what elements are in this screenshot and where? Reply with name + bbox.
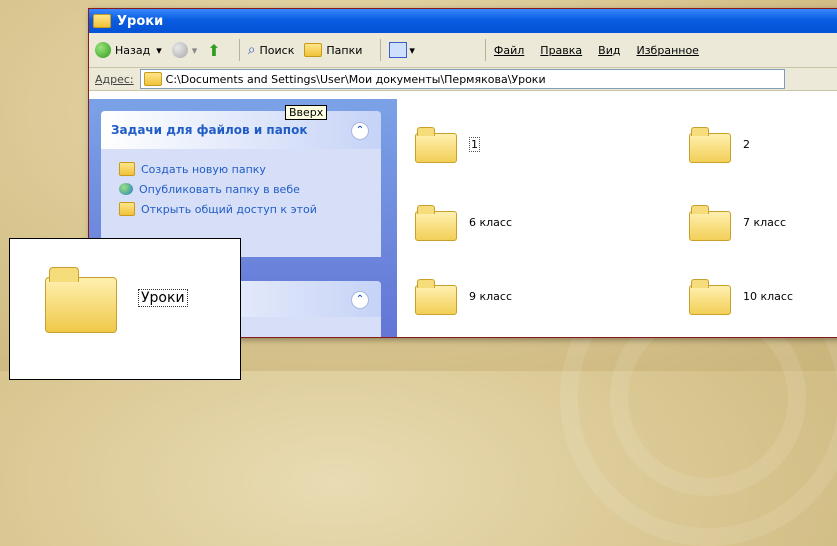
panel-title: Задачи для файлов и папок	[111, 123, 308, 137]
folder-item[interactable]: 2	[689, 127, 750, 163]
task-new-folder[interactable]: Создать новую папку	[101, 159, 381, 179]
task-publish-web[interactable]: Опубликовать папку в вебе	[101, 179, 381, 199]
folders-label: Папки	[326, 43, 363, 57]
address-label: Адрес:	[95, 72, 134, 86]
forward-arrow-icon	[171, 42, 188, 58]
back-label: Назад	[115, 43, 151, 57]
forward-button[interactable]: ▾	[171, 42, 198, 58]
globe-icon	[119, 183, 133, 195]
folder-icon	[689, 279, 731, 315]
back-arrow-icon	[95, 42, 111, 58]
folder-icon	[415, 279, 457, 315]
folder-name-label[interactable]: Уроки	[138, 289, 188, 307]
menu-favorites[interactable]: Избранное	[636, 44, 698, 57]
folder-icon	[689, 127, 731, 163]
new-folder-icon	[119, 162, 135, 176]
folders-button[interactable]: Папки	[304, 43, 362, 57]
task-share[interactable]: Открыть общий доступ к этой	[101, 199, 381, 219]
folder-label: 7 класс	[743, 215, 787, 229]
menu-edit[interactable]: Правка	[540, 44, 582, 57]
separator	[380, 39, 382, 61]
dropdown-arrow-icon: ▾	[409, 43, 415, 57]
address-bar: Адрес: C:\Documents and Settings\User\Мо…	[89, 68, 837, 91]
folder-item[interactable]: 1	[415, 127, 480, 163]
folders-icon	[304, 43, 323, 57]
folder-item[interactable]: 10 класс	[689, 279, 794, 315]
folder-item[interactable]: 6 класс	[415, 205, 513, 241]
address-field[interactable]: C:\Documents and Settings\User\Мои докум…	[139, 69, 785, 89]
dropdown-arrow-icon[interactable]: ▾	[156, 44, 162, 57]
file-list: 1 2 6 класс 7 класс 9 класс 10 класс	[397, 99, 837, 337]
search-icon: ⌕	[247, 42, 256, 58]
search-button[interactable]: ⌕ Поиск	[248, 42, 295, 58]
file-folder-tasks-panel: Задачи для файлов и папок ⌃ Создать нову…	[101, 111, 381, 257]
dropdown-arrow-icon[interactable]: ▾	[192, 44, 198, 57]
share-folder-icon	[119, 202, 135, 216]
toolbar: Назад ▾ ▾ ⬆ ⌕ Поиск Папки ▾ Файл Правка …	[89, 33, 837, 68]
collapse-chevron-icon[interactable]: ⌃	[351, 122, 369, 140]
folder-label: 10 класс	[743, 289, 794, 303]
up-button[interactable]: ⬆	[207, 41, 220, 60]
collapse-chevron-icon[interactable]: ⌃	[351, 291, 369, 309]
folder-icon	[415, 127, 457, 163]
folder-item[interactable]: 7 класс	[689, 205, 787, 241]
views-icon	[389, 42, 408, 58]
folder-label: 6 класс	[469, 215, 513, 229]
menu-file[interactable]: Файл	[494, 44, 524, 57]
up-folder-icon: ⬆	[207, 40, 221, 60]
menu-view[interactable]: Вид	[598, 44, 620, 57]
zoomed-folder-callout: Уроки	[9, 238, 241, 380]
window-title: Уроки	[117, 13, 164, 29]
address-path: C:\Documents and Settings\User\Мои докум…	[165, 72, 546, 86]
task-label: Создать новую папку	[141, 162, 266, 176]
folder-label: 9 класс	[469, 289, 513, 303]
separator	[484, 39, 486, 61]
task-label: Открыть общий доступ к этой	[141, 202, 317, 216]
folder-item[interactable]: 9 класс	[415, 279, 513, 315]
folder-label: 2	[743, 137, 750, 151]
folder-label: 1	[469, 136, 480, 152]
separator	[238, 39, 240, 61]
folder-icon	[689, 205, 731, 241]
panel-header[interactable]: Задачи для файлов и папок ⌃	[101, 111, 381, 149]
back-button[interactable]: Назад ▾	[95, 42, 162, 58]
views-button[interactable]: ▾	[389, 42, 415, 58]
folder-icon	[415, 205, 457, 241]
task-label: Опубликовать папку в вебе	[139, 182, 300, 196]
search-label: Поиск	[259, 43, 295, 57]
title-bar[interactable]: Уроки	[89, 9, 837, 33]
folder-icon	[45, 267, 117, 333]
folder-icon	[143, 72, 162, 86]
up-tooltip: Вверх	[285, 105, 328, 120]
folder-icon	[93, 14, 111, 28]
